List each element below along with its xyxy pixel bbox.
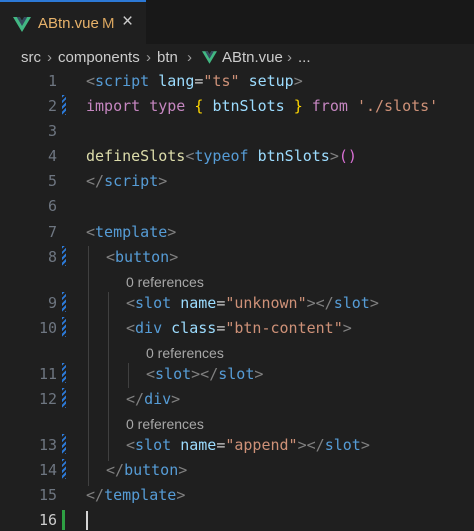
breadcrumb-item-btn[interactable]: btn (157, 49, 178, 66)
code-line-4[interactable]: defineSlots<typeof btnSlots>() (86, 147, 357, 165)
line-number: 8 (47, 248, 57, 266)
line-number: 7 (47, 223, 57, 241)
gutter-modified-marker[interactable] (62, 459, 66, 479)
indent-guide (88, 246, 89, 486)
code-line-7[interactable]: <template> (86, 223, 176, 241)
codelens-references[interactable]: 0 references (126, 274, 204, 290)
code-line-13[interactable]: <slot name="append"></slot> (126, 436, 370, 454)
breadcrumb-separator: › (146, 49, 151, 66)
breadcrumb-item-src[interactable]: src (21, 49, 41, 66)
tab-filename: ABtn.vue (38, 15, 99, 32)
breadcrumb-item-file[interactable]: ABtn.vue (222, 49, 283, 66)
line-number-current: 16 (38, 511, 57, 529)
line-number: 12 (38, 390, 57, 408)
gutter-modified-marker[interactable] (62, 388, 66, 408)
modified-indicator: M (102, 15, 115, 32)
indent-guide (128, 363, 129, 388)
breadcrumb-separator: › (187, 49, 192, 66)
text-cursor (86, 511, 88, 530)
code-line-15[interactable]: </template> (86, 486, 185, 504)
gutter-modified-marker[interactable] (62, 292, 66, 312)
code-line-1[interactable]: <script lang="ts" setup> (86, 72, 303, 90)
line-number: 14 (38, 461, 57, 479)
breadcrumb-separator: › (287, 49, 292, 66)
breadcrumb-separator: › (47, 49, 52, 66)
line-number: 10 (38, 319, 57, 337)
line-number: 3 (47, 122, 57, 140)
line-number: 9 (47, 294, 57, 312)
breadcrumb-item-components[interactable]: components (58, 49, 140, 66)
line-number: 1 (47, 72, 57, 90)
gutter-modified-marker[interactable] (62, 363, 66, 383)
line-number: 2 (47, 97, 57, 115)
line-number: 5 (47, 172, 57, 190)
code-line-5[interactable]: </script> (86, 172, 167, 190)
gutter-modified-marker[interactable] (62, 317, 66, 337)
indent-guide (108, 292, 109, 461)
close-icon[interactable]: × (122, 12, 133, 32)
gutter-modified-marker[interactable] (62, 434, 66, 454)
gutter-modified-marker[interactable] (62, 246, 66, 266)
code-line-14[interactable]: </button> (106, 461, 187, 479)
vue-icon (13, 17, 31, 32)
tab-bar: ABtn.vue M × (0, 0, 474, 44)
code-line-12[interactable]: </div> (126, 390, 180, 408)
code-line-8[interactable]: <button> (106, 248, 178, 266)
code-line-2[interactable]: import type { btnSlots } from './slots' (86, 97, 438, 115)
breadcrumb: src › components › btn › ABtn.vue › ... (0, 44, 474, 74)
vue-icon (202, 51, 217, 64)
line-number: 15 (38, 486, 57, 504)
line-number: 13 (38, 436, 57, 454)
codelens-references[interactable]: 0 references (146, 345, 224, 361)
gutter-modified-marker[interactable] (62, 95, 66, 115)
tab-abtn-vue[interactable]: ABtn.vue M × (0, 0, 146, 44)
code-line-9[interactable]: <slot name="unknown"></slot> (126, 294, 379, 312)
code-line-11[interactable]: <slot></slot> (146, 365, 263, 383)
line-number: 4 (47, 147, 57, 165)
line-number: 11 (38, 365, 57, 383)
breadcrumb-item-more[interactable]: ... (298, 49, 311, 66)
line-number: 6 (47, 197, 57, 215)
gutter-added-marker[interactable] (62, 510, 65, 530)
code-line-10[interactable]: <div class="btn-content"> (126, 319, 352, 337)
codelens-references[interactable]: 0 references (126, 416, 204, 432)
